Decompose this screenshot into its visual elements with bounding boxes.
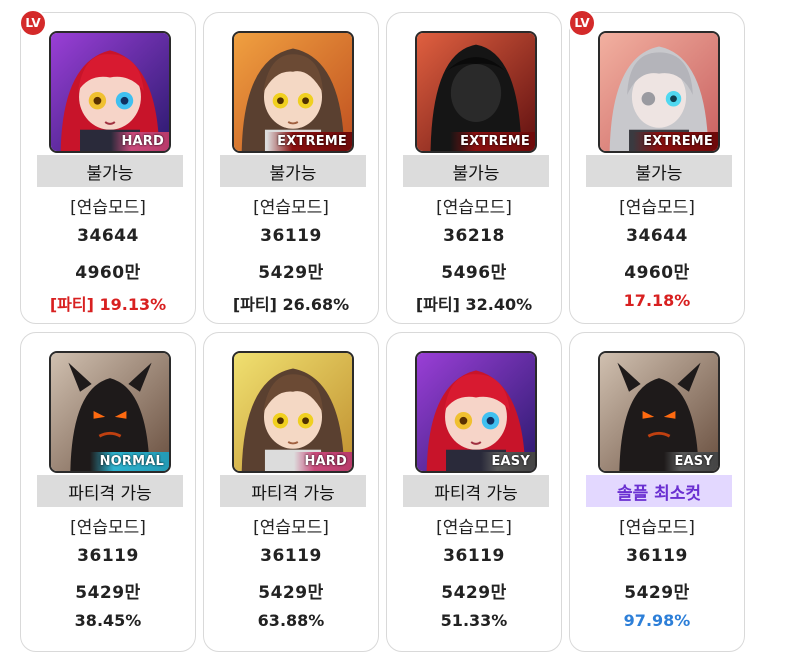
- status-label: 불가능: [586, 155, 732, 187]
- boss-number: 36119: [260, 546, 322, 566]
- boss-card-8[interactable]: EASY 솔플 최소컷 [연습모드] 36119 5429만 97.98%: [569, 332, 745, 652]
- mode-label: [연습모드]: [253, 198, 329, 218]
- status-label: 파티격 가능: [37, 475, 183, 507]
- boss-number: 36119: [260, 226, 322, 246]
- boss-card-7[interactable]: EASY 파티격 가능 [연습모드] 36119 5429만 51.33%: [386, 332, 562, 652]
- lv-badge: LV: [19, 9, 47, 37]
- difficulty-label: HARD: [294, 452, 352, 471]
- boss-card-1[interactable]: LV HARD 불가능 [연습모드] 34644 4960만 [파티] 19.1…: [19, 9, 196, 324]
- boss-card-4[interactable]: LV EXTREME 불가능 [연습모드] 34644 4960만 17.18%: [568, 9, 745, 324]
- lv-badge: LV: [568, 9, 596, 37]
- boss-amount: 5429만: [441, 583, 507, 603]
- boss-amount: 5429만: [258, 263, 324, 283]
- boss-number: 36119: [626, 546, 688, 566]
- mode-label: [연습모드]: [70, 198, 146, 218]
- hooded-shadow-icon: EXTREME: [415, 31, 537, 153]
- difficulty-label: NORMAL: [89, 452, 169, 471]
- boss-amount: 5429만: [75, 583, 141, 603]
- boss-card-6[interactable]: HARD 파티격 가능 [연습모드] 36119 5429만 63.88%: [203, 332, 379, 652]
- difficulty-label: EASY: [481, 452, 535, 471]
- mode-label: [연습모드]: [619, 518, 695, 538]
- mode-label: [연습모드]: [436, 198, 512, 218]
- mode-label: [연습모드]: [70, 518, 146, 538]
- damage-percent: 38.45%: [74, 611, 142, 630]
- brown-haired-woman-icon: EXTREME: [232, 31, 354, 153]
- boss-number: 34644: [626, 226, 688, 246]
- boss-number: 34644: [77, 226, 139, 246]
- boss-amount: 5429만: [258, 583, 324, 603]
- boss-number: 36119: [443, 546, 505, 566]
- damage-percent: 51.33%: [440, 611, 508, 630]
- status-label: 솔플 최소컷: [586, 475, 732, 507]
- difficulty-label: EXTREME: [267, 132, 352, 151]
- damage-percent: 97.98%: [623, 611, 691, 630]
- status-label: 파티격 가능: [220, 475, 366, 507]
- difficulty-label: HARD: [111, 132, 169, 151]
- boss-card-5[interactable]: NORMAL 파티격 가능 [연습모드] 36119 5429만 38.45%: [20, 332, 196, 652]
- brown-haired-woman-icon: HARD: [232, 351, 354, 473]
- boss-card-2[interactable]: EXTREME 불가능 [연습모드] 36119 5429만 [파티] 26.6…: [203, 12, 379, 324]
- boss-amount: 4960만: [75, 263, 141, 283]
- boss-number: 36119: [77, 546, 139, 566]
- status-label: 불가능: [37, 155, 183, 187]
- difficulty-label: EXTREME: [633, 132, 718, 151]
- mode-label: [연습모드]: [253, 518, 329, 538]
- mode-label: [연습모드]: [619, 198, 695, 218]
- status-label: 불가능: [403, 155, 549, 187]
- damage-percent: 17.18%: [623, 291, 691, 310]
- damage-percent: [파티] 26.68%: [232, 295, 350, 314]
- boss-amount: 4960만: [624, 263, 690, 283]
- red-haired-girl-icon: HARD: [49, 31, 171, 153]
- damage-percent: 63.88%: [257, 611, 325, 630]
- red-haired-girl-icon: EASY: [415, 351, 537, 473]
- difficulty-label: EXTREME: [450, 132, 535, 151]
- dark-demon-icon: EASY: [598, 351, 720, 473]
- status-label: 불가능: [220, 155, 366, 187]
- difficulty-label: EASY: [664, 452, 718, 471]
- status-label: 파티격 가능: [403, 475, 549, 507]
- silver-haired-figure-icon: EXTREME: [598, 31, 720, 153]
- dark-demon-icon: NORMAL: [49, 351, 171, 473]
- boss-number: 36218: [443, 226, 505, 246]
- damage-percent: [파티] 32.40%: [415, 295, 533, 314]
- boss-card-3[interactable]: EXTREME 불가능 [연습모드] 36218 5496만 [파티] 32.4…: [386, 12, 562, 324]
- mode-label: [연습모드]: [436, 518, 512, 538]
- damage-percent: [파티] 19.13%: [49, 295, 167, 314]
- boss-amount: 5429만: [624, 583, 690, 603]
- boss-amount: 5496만: [441, 263, 507, 283]
